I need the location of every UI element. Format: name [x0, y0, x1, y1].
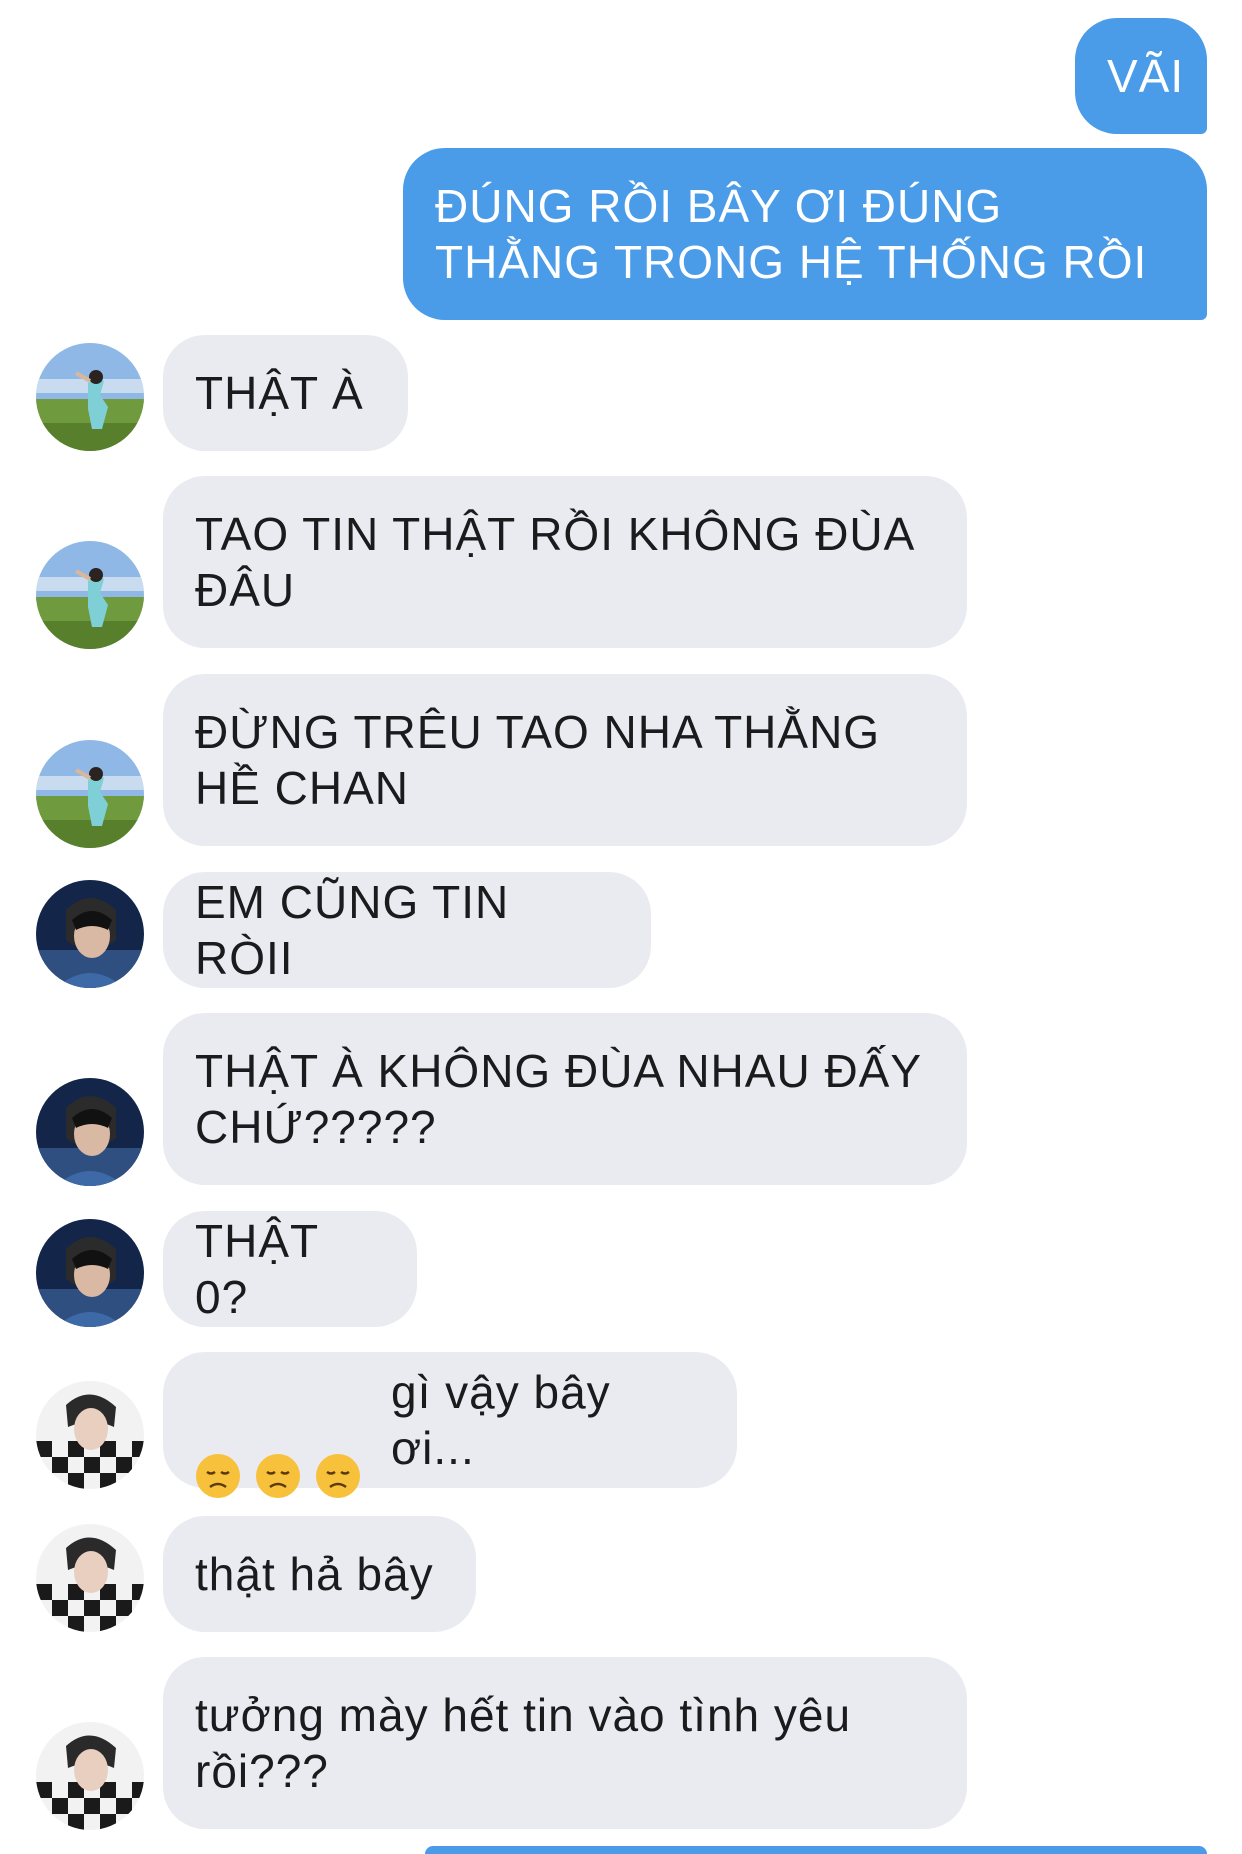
avatar-user-b[interactable] [36, 880, 144, 988]
avatar-user-c[interactable] [36, 1524, 144, 1632]
message-text: ĐÚNG RỒI BÂY ƠI ĐÚNG THẰNG TRONG HỆ THỐN… [435, 180, 1148, 288]
avatar-checkered-portrait-image [36, 1524, 144, 1632]
disappointed-face-icon [315, 1397, 361, 1498]
message-text: VÃI [1107, 50, 1185, 102]
avatar-user-a[interactable] [36, 541, 144, 649]
message-text: tưởng mày hết tin vào tình yêu rồi??? [195, 1689, 852, 1797]
avatar-portrait-image [36, 1078, 144, 1186]
message-text: TAO TIN THẬT RỒI KHÔNG ĐÙA ĐÂU [195, 508, 916, 616]
message-text: thật hả bây [195, 1548, 434, 1600]
avatar-landscape-image [36, 343, 144, 451]
avatar-checkered-portrait-image [36, 1722, 144, 1830]
incoming-message[interactable]: EM CŨNG TIN RÒII [163, 872, 651, 988]
message-text: THẬT À KHÔNG ĐÙA NHAU ĐẤY CHỨ????? [195, 1045, 923, 1153]
avatar-user-c[interactable] [36, 1722, 144, 1830]
incoming-message[interactable]: gì vậy bây ơi... [163, 1352, 737, 1498]
outgoing-message-partial[interactable] [425, 1846, 1207, 1854]
message-text: EM CŨNG TIN RÒII [195, 876, 510, 984]
outgoing-message[interactable]: ĐÚNG RỒI BÂY ƠI ĐÚNG THẰNG TRONG HỆ THỐN… [403, 148, 1207, 320]
avatar-user-b[interactable] [36, 1219, 144, 1327]
avatar-checkered-portrait-image [36, 1381, 144, 1489]
incoming-message[interactable]: ĐỪNG TRÊU TAO NHA THẰNG HỀ CHAN [163, 674, 967, 846]
avatar-user-c[interactable] [36, 1381, 144, 1489]
message-text: gì vậy bây ơi... [391, 1366, 611, 1474]
disappointed-face-icon [255, 1397, 301, 1498]
incoming-message[interactable]: THẬT 0? [163, 1211, 417, 1327]
avatar-portrait-image [36, 1219, 144, 1327]
incoming-message[interactable]: THẬT À KHÔNG ĐÙA NHAU ĐẤY CHỨ????? [163, 1013, 967, 1185]
avatar-portrait-image [36, 880, 144, 988]
incoming-message[interactable]: tưởng mày hết tin vào tình yêu rồi??? [163, 1657, 967, 1829]
message-text: THẬT À [195, 367, 364, 419]
avatar-user-a[interactable] [36, 343, 144, 451]
disappointed-face-icon [195, 1397, 241, 1498]
message-text: ĐỪNG TRÊU TAO NHA THẰNG HỀ CHAN [195, 706, 881, 814]
avatar-user-a[interactable] [36, 740, 144, 848]
emoji-message-row: gì vậy bây ơi... [195, 1364, 705, 1498]
avatar-landscape-image [36, 541, 144, 649]
message-text: THẬT 0? [195, 1215, 319, 1323]
outgoing-message[interactable]: VÃI [1075, 18, 1207, 134]
incoming-message[interactable]: thật hả bây [163, 1516, 476, 1632]
incoming-message[interactable]: THẬT À [163, 335, 408, 451]
incoming-message[interactable]: TAO TIN THẬT RỒI KHÔNG ĐÙA ĐÂU [163, 476, 967, 648]
avatar-landscape-image [36, 740, 144, 848]
avatar-user-b[interactable] [36, 1078, 144, 1186]
